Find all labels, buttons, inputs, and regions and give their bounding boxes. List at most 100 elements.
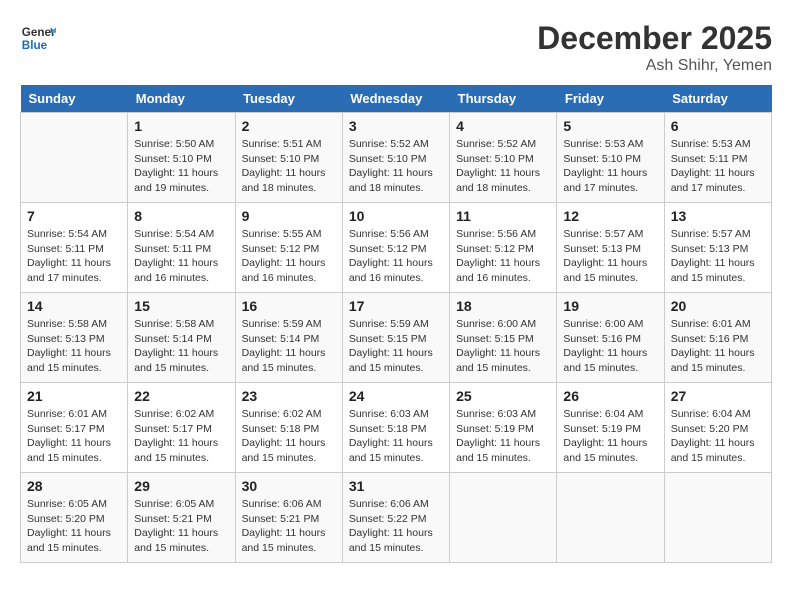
calendar-cell: 30 Sunrise: 6:06 AM Sunset: 5:21 PM Dayli… xyxy=(235,473,342,563)
day-number: 21 xyxy=(27,388,121,404)
logo: General Blue xyxy=(20,20,56,56)
svg-text:Blue: Blue xyxy=(22,39,48,52)
title-block: December 2025 Ash Shihr, Yemen xyxy=(537,20,772,75)
calendar-table: SundayMondayTuesdayWednesdayThursdayFrid… xyxy=(20,85,772,563)
calendar-cell: 11 Sunrise: 5:56 AM Sunset: 5:12 PM Dayli… xyxy=(450,203,557,293)
calendar-cell: 14Sunrise: 5:58 AM Sunset: 5:13 PM Dayli… xyxy=(21,293,128,383)
calendar-cell: 19 Sunrise: 6:00 AM Sunset: 5:16 PM Dayli… xyxy=(557,293,664,383)
day-info: Sunrise: 6:05 AM Sunset: 5:21 PM Dayligh… xyxy=(134,497,228,556)
calendar-header-row: SundayMondayTuesdayWednesdayThursdayFrid… xyxy=(21,85,772,113)
day-number: 23 xyxy=(242,388,336,404)
day-number: 13 xyxy=(671,208,765,224)
calendar-cell: 27 Sunrise: 6:04 AM Sunset: 5:20 PM Dayli… xyxy=(664,383,771,473)
day-info: Sunrise: 6:01 AM Sunset: 5:17 PM Dayligh… xyxy=(27,407,121,466)
day-number: 3 xyxy=(349,118,443,134)
calendar-week-row: 14Sunrise: 5:58 AM Sunset: 5:13 PM Dayli… xyxy=(21,293,772,383)
calendar-cell: 6Sunrise: 5:53 AM Sunset: 5:11 PM Daylig… xyxy=(664,113,771,203)
day-info: Sunrise: 6:04 AM Sunset: 5:20 PM Dayligh… xyxy=(671,407,765,466)
calendar-cell: 17Sunrise: 5:59 AM Sunset: 5:15 PM Dayli… xyxy=(342,293,449,383)
day-number: 28 xyxy=(27,478,121,494)
logo-icon: General Blue xyxy=(20,20,56,56)
day-number: 27 xyxy=(671,388,765,404)
calendar-week-row: 28 Sunrise: 6:05 AM Sunset: 5:20 PM Dayli… xyxy=(21,473,772,563)
day-info: Sunrise: 5:52 AM Sunset: 5:10 PM Dayligh… xyxy=(349,137,443,196)
day-info: Sunrise: 5:55 AM Sunset: 5:12 PM Dayligh… xyxy=(242,227,336,286)
day-number: 6 xyxy=(671,118,765,134)
day-info: Sunrise: 5:57 AM Sunset: 5:13 PM Dayligh… xyxy=(563,227,657,286)
day-info: Sunrise: 5:50 AM Sunset: 5:10 PM Dayligh… xyxy=(134,137,228,196)
calendar-cell xyxy=(450,473,557,563)
calendar-cell: 21 Sunrise: 6:01 AM Sunset: 5:17 PM Dayli… xyxy=(21,383,128,473)
calendar-cell: 18 Sunrise: 6:00 AM Sunset: 5:15 PM Dayli… xyxy=(450,293,557,383)
day-info: Sunrise: 5:54 AM Sunset: 5:11 PM Dayligh… xyxy=(27,227,121,286)
day-number: 2 xyxy=(242,118,336,134)
weekday-header-saturday: Saturday xyxy=(664,85,771,113)
day-number: 20 xyxy=(671,298,765,314)
day-info: Sunrise: 5:58 AM Sunset: 5:13 PM Dayligh… xyxy=(27,317,121,376)
day-info: Sunrise: 6:06 AM Sunset: 5:21 PM Dayligh… xyxy=(242,497,336,556)
calendar-cell: 5Sunrise: 5:53 AM Sunset: 5:10 PM Daylig… xyxy=(557,113,664,203)
weekday-header-tuesday: Tuesday xyxy=(235,85,342,113)
calendar-week-row: 21 Sunrise: 6:01 AM Sunset: 5:17 PM Dayli… xyxy=(21,383,772,473)
day-info: Sunrise: 5:53 AM Sunset: 5:10 PM Dayligh… xyxy=(563,137,657,196)
day-number: 4 xyxy=(456,118,550,134)
calendar-week-row: 1 Sunrise: 5:50 AM Sunset: 5:10 PM Daylig… xyxy=(21,113,772,203)
day-number: 26 xyxy=(563,388,657,404)
day-number: 8 xyxy=(134,208,228,224)
day-info: Sunrise: 6:05 AM Sunset: 5:20 PM Dayligh… xyxy=(27,497,121,556)
day-info: Sunrise: 6:00 AM Sunset: 5:16 PM Dayligh… xyxy=(563,317,657,376)
calendar-cell xyxy=(557,473,664,563)
day-info: Sunrise: 5:59 AM Sunset: 5:15 PM Dayligh… xyxy=(349,317,443,376)
calendar-cell: 31 Sunrise: 6:06 AM Sunset: 5:22 PM Dayli… xyxy=(342,473,449,563)
day-number: 29 xyxy=(134,478,228,494)
day-number: 24 xyxy=(349,388,443,404)
day-info: Sunrise: 6:02 AM Sunset: 5:17 PM Dayligh… xyxy=(134,407,228,466)
day-number: 25 xyxy=(456,388,550,404)
day-number: 18 xyxy=(456,298,550,314)
calendar-cell: 2 Sunrise: 5:51 AM Sunset: 5:10 PM Daylig… xyxy=(235,113,342,203)
weekday-header-thursday: Thursday xyxy=(450,85,557,113)
day-info: Sunrise: 6:02 AM Sunset: 5:18 PM Dayligh… xyxy=(242,407,336,466)
day-number: 10 xyxy=(349,208,443,224)
weekday-header-monday: Monday xyxy=(128,85,235,113)
calendar-cell: 13 Sunrise: 5:57 AM Sunset: 5:13 PM Dayli… xyxy=(664,203,771,293)
calendar-cell: 25 Sunrise: 6:03 AM Sunset: 5:19 PM Dayli… xyxy=(450,383,557,473)
day-number: 16 xyxy=(242,298,336,314)
calendar-cell: 23 Sunrise: 6:02 AM Sunset: 5:18 PM Dayli… xyxy=(235,383,342,473)
calendar-cell: 10 Sunrise: 5:56 AM Sunset: 5:12 PM Dayli… xyxy=(342,203,449,293)
day-info: Sunrise: 6:03 AM Sunset: 5:18 PM Dayligh… xyxy=(349,407,443,466)
day-info: Sunrise: 6:01 AM Sunset: 5:16 PM Dayligh… xyxy=(671,317,765,376)
day-number: 9 xyxy=(242,208,336,224)
page-header: General Blue December 2025 Ash Shihr, Ye… xyxy=(20,20,772,75)
day-info: Sunrise: 6:00 AM Sunset: 5:15 PM Dayligh… xyxy=(456,317,550,376)
day-info: Sunrise: 5:56 AM Sunset: 5:12 PM Dayligh… xyxy=(456,227,550,286)
day-number: 1 xyxy=(134,118,228,134)
calendar-cell: 3 Sunrise: 5:52 AM Sunset: 5:10 PM Daylig… xyxy=(342,113,449,203)
weekday-header-sunday: Sunday xyxy=(21,85,128,113)
calendar-cell: 22 Sunrise: 6:02 AM Sunset: 5:17 PM Dayli… xyxy=(128,383,235,473)
day-number: 19 xyxy=(563,298,657,314)
calendar-cell xyxy=(21,113,128,203)
month-title: December 2025 xyxy=(537,20,772,57)
day-info: Sunrise: 5:59 AM Sunset: 5:14 PM Dayligh… xyxy=(242,317,336,376)
day-info: Sunrise: 5:52 AM Sunset: 5:10 PM Dayligh… xyxy=(456,137,550,196)
day-number: 30 xyxy=(242,478,336,494)
calendar-cell: 16 Sunrise: 5:59 AM Sunset: 5:14 PM Dayli… xyxy=(235,293,342,383)
calendar-cell: 28 Sunrise: 6:05 AM Sunset: 5:20 PM Dayli… xyxy=(21,473,128,563)
day-info: Sunrise: 5:56 AM Sunset: 5:12 PM Dayligh… xyxy=(349,227,443,286)
day-number: 31 xyxy=(349,478,443,494)
day-number: 12 xyxy=(563,208,657,224)
calendar-cell: 15Sunrise: 5:58 AM Sunset: 5:14 PM Dayli… xyxy=(128,293,235,383)
location-subtitle: Ash Shihr, Yemen xyxy=(537,57,772,75)
calendar-cell: 29 Sunrise: 6:05 AM Sunset: 5:21 PM Dayli… xyxy=(128,473,235,563)
day-info: Sunrise: 6:03 AM Sunset: 5:19 PM Dayligh… xyxy=(456,407,550,466)
day-number: 7 xyxy=(27,208,121,224)
day-info: Sunrise: 6:06 AM Sunset: 5:22 PM Dayligh… xyxy=(349,497,443,556)
day-info: Sunrise: 5:57 AM Sunset: 5:13 PM Dayligh… xyxy=(671,227,765,286)
day-number: 22 xyxy=(134,388,228,404)
calendar-cell: 9 Sunrise: 5:55 AM Sunset: 5:12 PM Daylig… xyxy=(235,203,342,293)
day-number: 11 xyxy=(456,208,550,224)
day-info: Sunrise: 5:51 AM Sunset: 5:10 PM Dayligh… xyxy=(242,137,336,196)
day-info: Sunrise: 5:58 AM Sunset: 5:14 PM Dayligh… xyxy=(134,317,228,376)
calendar-body: 1 Sunrise: 5:50 AM Sunset: 5:10 PM Daylig… xyxy=(21,113,772,563)
